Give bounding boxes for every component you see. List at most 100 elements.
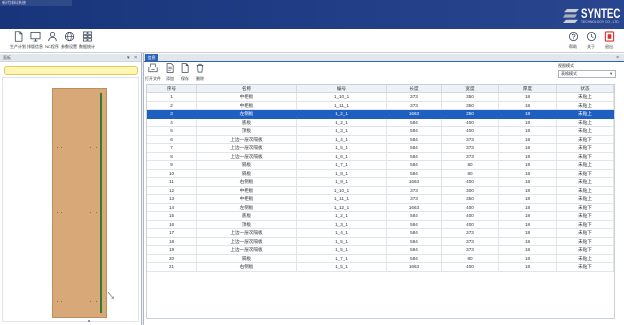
- cell-length[interactable]: 584: [387, 161, 442, 170]
- cell-index[interactable]: 14: [147, 203, 197, 212]
- cell-status[interactable]: 未贴下: [557, 169, 614, 178]
- cell-width[interactable]: 373: [442, 152, 499, 161]
- table-row[interactable]: 5 顶板 1_3_1 584 400 18 未贴上: [147, 127, 614, 136]
- cell-code[interactable]: 1_2_1: [297, 110, 387, 119]
- cell-thickness[interactable]: 18: [499, 161, 557, 170]
- cell-name[interactable]: 上边一层次隔板: [197, 229, 297, 238]
- cell-code[interactable]: 1_2_1: [297, 118, 387, 127]
- cell-code[interactable]: 1_7_1: [297, 254, 387, 263]
- cell-index[interactable]: 6: [147, 135, 197, 144]
- cell-length[interactable]: 1663: [387, 263, 442, 272]
- cell-name[interactable]: 上边一层次隔板: [197, 144, 297, 153]
- cell-thickness[interactable]: 18: [499, 195, 557, 204]
- delete-button[interactable]: 删除: [192, 63, 208, 82]
- cell-index[interactable]: 11: [147, 178, 197, 187]
- cell-width[interactable]: 80: [442, 169, 499, 178]
- cell-width[interactable]: 80: [442, 254, 499, 263]
- table-row[interactable]: 10 隔板 1_8_1 584 80 18 未贴下: [147, 169, 614, 178]
- cell-length[interactable]: 584: [387, 152, 442, 161]
- table-row[interactable]: 11 右侧板 1_9_1 1663 400 18 未贴上: [147, 178, 614, 187]
- cell-name[interactable]: 左侧板: [197, 203, 297, 212]
- cell-name[interactable]: 左侧板: [197, 110, 297, 119]
- column-header-status[interactable]: 状态: [557, 85, 614, 93]
- exit-button[interactable]: 退出: [600, 31, 618, 51]
- cell-length[interactable]: 373: [387, 195, 442, 204]
- cell-index[interactable]: 5: [147, 127, 197, 136]
- cell-name[interactable]: 底板: [197, 212, 297, 221]
- cell-status[interactable]: 未贴下: [557, 263, 614, 272]
- table-row-selected[interactable]: 3 左侧板 1_2_1 1663 350 18 未贴上: [147, 110, 614, 119]
- table-row[interactable]: 20 隔板 1_7_1 584 80 18 未贴上: [147, 254, 614, 263]
- table-row[interactable]: 15 底板 1_2_1 584 400 18 未贴下: [147, 212, 614, 221]
- cell-width[interactable]: 350: [442, 110, 499, 119]
- table-row[interactable]: 4 底板 1_2_1 584 400 18 未贴上: [147, 118, 614, 127]
- cell-length[interactable]: 373: [387, 101, 442, 110]
- cell-status[interactable]: 未贴上: [557, 161, 614, 170]
- open-file-button[interactable]: 打开文件: [145, 63, 161, 82]
- cell-code[interactable]: 1_8_1: [297, 169, 387, 178]
- cell-name[interactable]: 隔板: [197, 254, 297, 263]
- cell-thickness[interactable]: 18: [499, 178, 557, 187]
- cell-code[interactable]: 1_9_1: [297, 178, 387, 187]
- cell-status[interactable]: 未贴下: [557, 144, 614, 153]
- cell-name[interactable]: 中柜板: [197, 93, 297, 102]
- cell-length[interactable]: 584: [387, 144, 442, 153]
- add-button[interactable]: 添加: [162, 63, 178, 82]
- cell-width[interactable]: 373: [442, 229, 499, 238]
- cell-thickness[interactable]: 18: [499, 237, 557, 246]
- cell-length[interactable]: 584: [387, 127, 442, 136]
- cell-status[interactable]: 未贴上: [557, 186, 614, 195]
- cell-name[interactable]: 右侧板: [197, 263, 297, 272]
- about-button[interactable]: 关于: [582, 31, 600, 51]
- column-header-width[interactable]: 宽度: [442, 85, 499, 93]
- cell-name[interactable]: 上边一层次隔板: [197, 246, 297, 255]
- cell-name[interactable]: 上边一层次隔板: [197, 237, 297, 246]
- cell-code[interactable]: 1_5_1: [297, 263, 387, 272]
- cell-code[interactable]: 1_5_1: [297, 246, 387, 255]
- cell-code[interactable]: 1_3_1: [297, 127, 387, 136]
- table-row[interactable]: 18 上边一层次隔板 1_5_1 584 373 18 未贴下: [147, 237, 614, 246]
- column-header-index[interactable]: 序号: [147, 85, 197, 93]
- cell-code[interactable]: 1_10_1: [297, 93, 387, 102]
- toolbar-button-production-plan[interactable]: 生产计划: [9, 31, 27, 51]
- cell-index[interactable]: 10: [147, 169, 197, 178]
- panel-close-button[interactable]: ×: [134, 54, 137, 62]
- cell-width[interactable]: 400: [442, 203, 499, 212]
- cell-thickness[interactable]: 18: [499, 169, 557, 178]
- cell-thickness[interactable]: 18: [499, 93, 557, 102]
- cell-code[interactable]: 1_11_1: [297, 101, 387, 110]
- cell-code[interactable]: 1_12_1: [297, 203, 387, 212]
- cell-index[interactable]: 4: [147, 118, 197, 127]
- cell-thickness[interactable]: 18: [499, 212, 557, 221]
- cell-name[interactable]: 顶板: [197, 127, 297, 136]
- cell-status[interactable]: 未贴上: [557, 93, 614, 102]
- table-row[interactable]: 8 上边一层次隔板 1_6_1 584 373 18 未贴下: [147, 152, 614, 161]
- save-button[interactable]: 保存: [177, 63, 193, 82]
- cell-index[interactable]: 7: [147, 144, 197, 153]
- cell-status[interactable]: 未贴下: [557, 212, 614, 221]
- cell-width[interactable]: 400: [442, 263, 499, 272]
- cell-length[interactable]: 1663: [387, 203, 442, 212]
- cell-length[interactable]: 373: [387, 93, 442, 102]
- table-row[interactable]: 1 中柜板 1_10_1 373 350 18 未贴上: [147, 93, 614, 102]
- table-row[interactable]: 6 上边一层次隔板 1_4_1 584 373 18 未贴下: [147, 135, 614, 144]
- info-panel-close-button[interactable]: ×: [616, 54, 619, 62]
- cell-index[interactable]: 8: [147, 152, 197, 161]
- help-button[interactable]: 帮助: [564, 31, 582, 51]
- column-header-code[interactable]: 编号: [297, 85, 387, 93]
- cell-width[interactable]: 400: [442, 178, 499, 187]
- cell-thickness[interactable]: 18: [499, 127, 557, 136]
- cell-status[interactable]: 未贴下: [557, 237, 614, 246]
- cell-status[interactable]: 未贴下: [557, 135, 614, 144]
- cell-code[interactable]: 1_2_1: [297, 212, 387, 221]
- cell-length[interactable]: 584: [387, 237, 442, 246]
- table-row[interactable]: 9 隔板 1_7_1 584 80 18 未贴上: [147, 161, 614, 170]
- cell-length[interactable]: 1663: [387, 110, 442, 119]
- cell-thickness[interactable]: 18: [499, 203, 557, 212]
- view-mode-select[interactable]: 表格模式 ▾: [558, 70, 616, 78]
- cell-length[interactable]: 1663: [387, 178, 442, 187]
- cell-length[interactable]: 584: [387, 220, 442, 229]
- cell-index[interactable]: 2: [147, 101, 197, 110]
- cell-status[interactable]: 未贴上: [557, 178, 614, 187]
- cell-width[interactable]: 400: [442, 220, 499, 229]
